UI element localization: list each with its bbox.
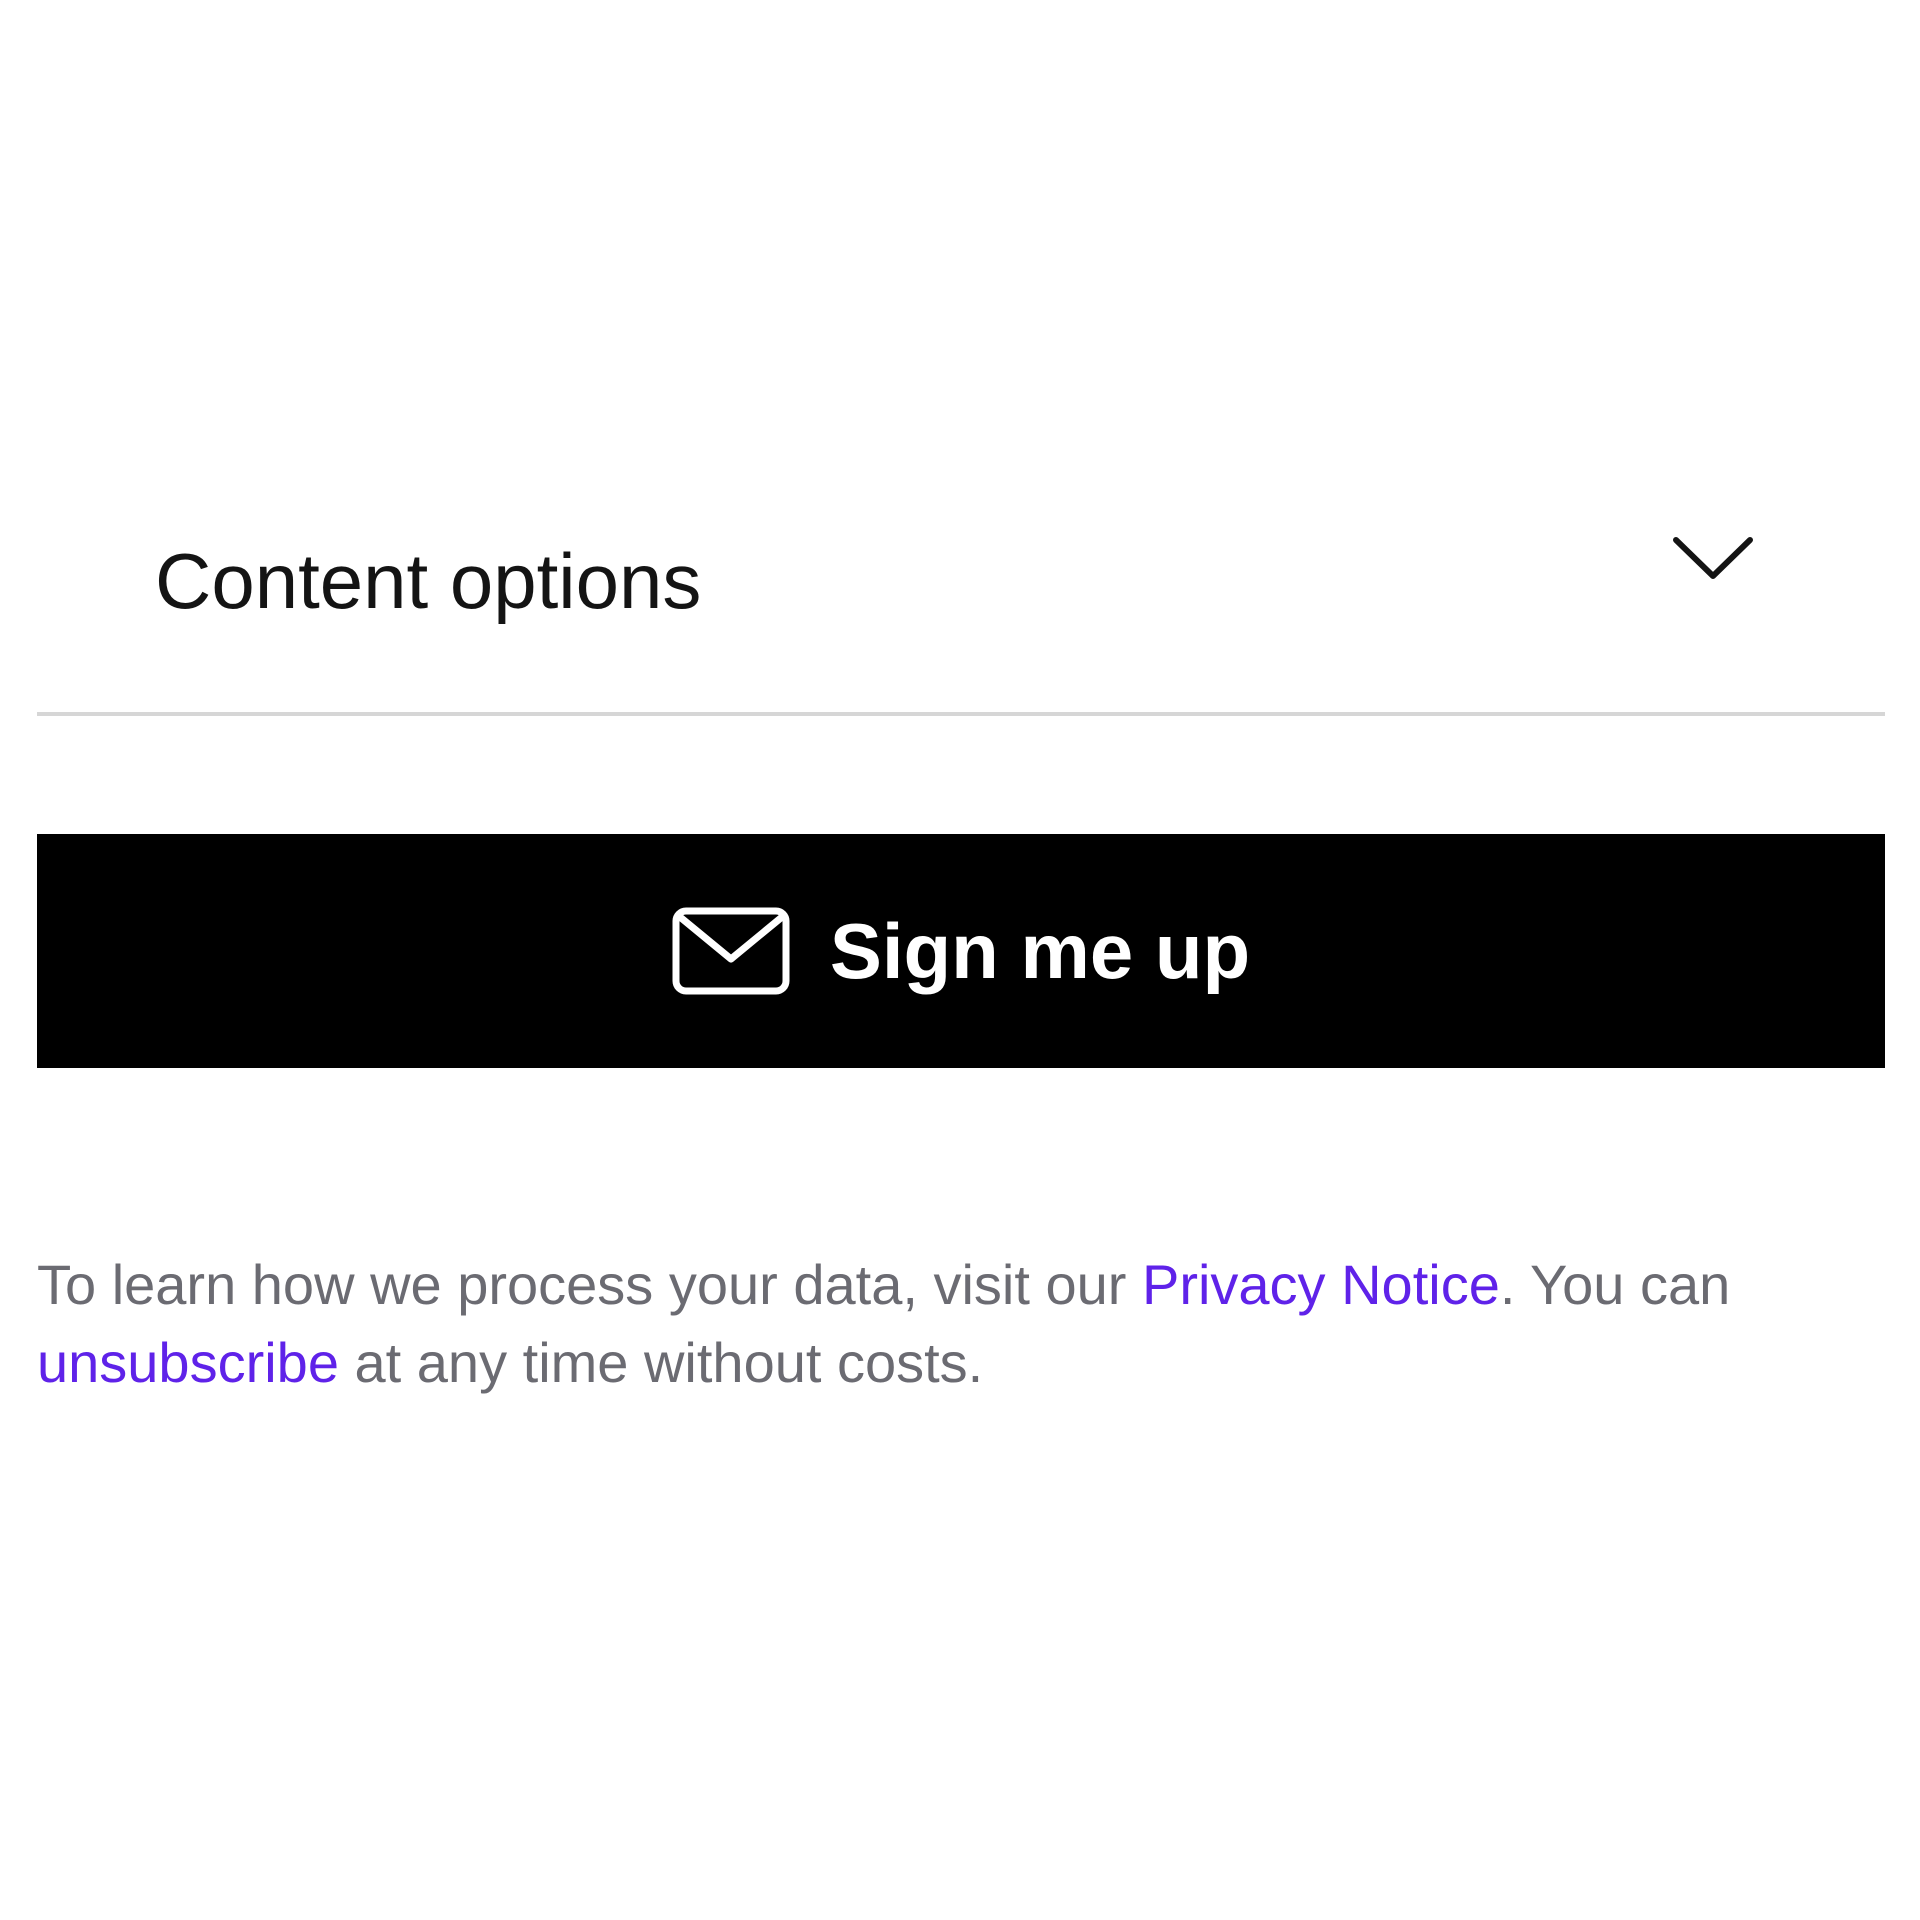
unsubscribe-link[interactable]: unsubscribe — [37, 1331, 339, 1394]
content-options-label: Content options — [155, 537, 702, 625]
mail-icon — [672, 907, 790, 995]
newsletter-signup-section: Content options Sign me up To learn how … — [0, 0, 1920, 1920]
privacy-disclaimer: To learn how we process your data, visit… — [37, 1246, 1877, 1402]
privacy-notice-link[interactable]: Privacy Notice — [1142, 1253, 1500, 1316]
sign-me-up-button[interactable]: Sign me up — [37, 834, 1885, 1068]
disclaimer-text-3: at any time without costs. — [338, 1331, 984, 1394]
sign-me-up-button-content: Sign me up — [672, 907, 1250, 995]
disclaimer-text-2: . You can — [1499, 1253, 1731, 1316]
chevron-down-icon[interactable] — [1673, 536, 1753, 580]
sign-me-up-label: Sign me up — [829, 907, 1251, 995]
disclaimer-text-1: To learn how we process your data, visit… — [37, 1253, 1142, 1316]
content-options-accordion[interactable]: Content options — [37, 480, 1885, 716]
